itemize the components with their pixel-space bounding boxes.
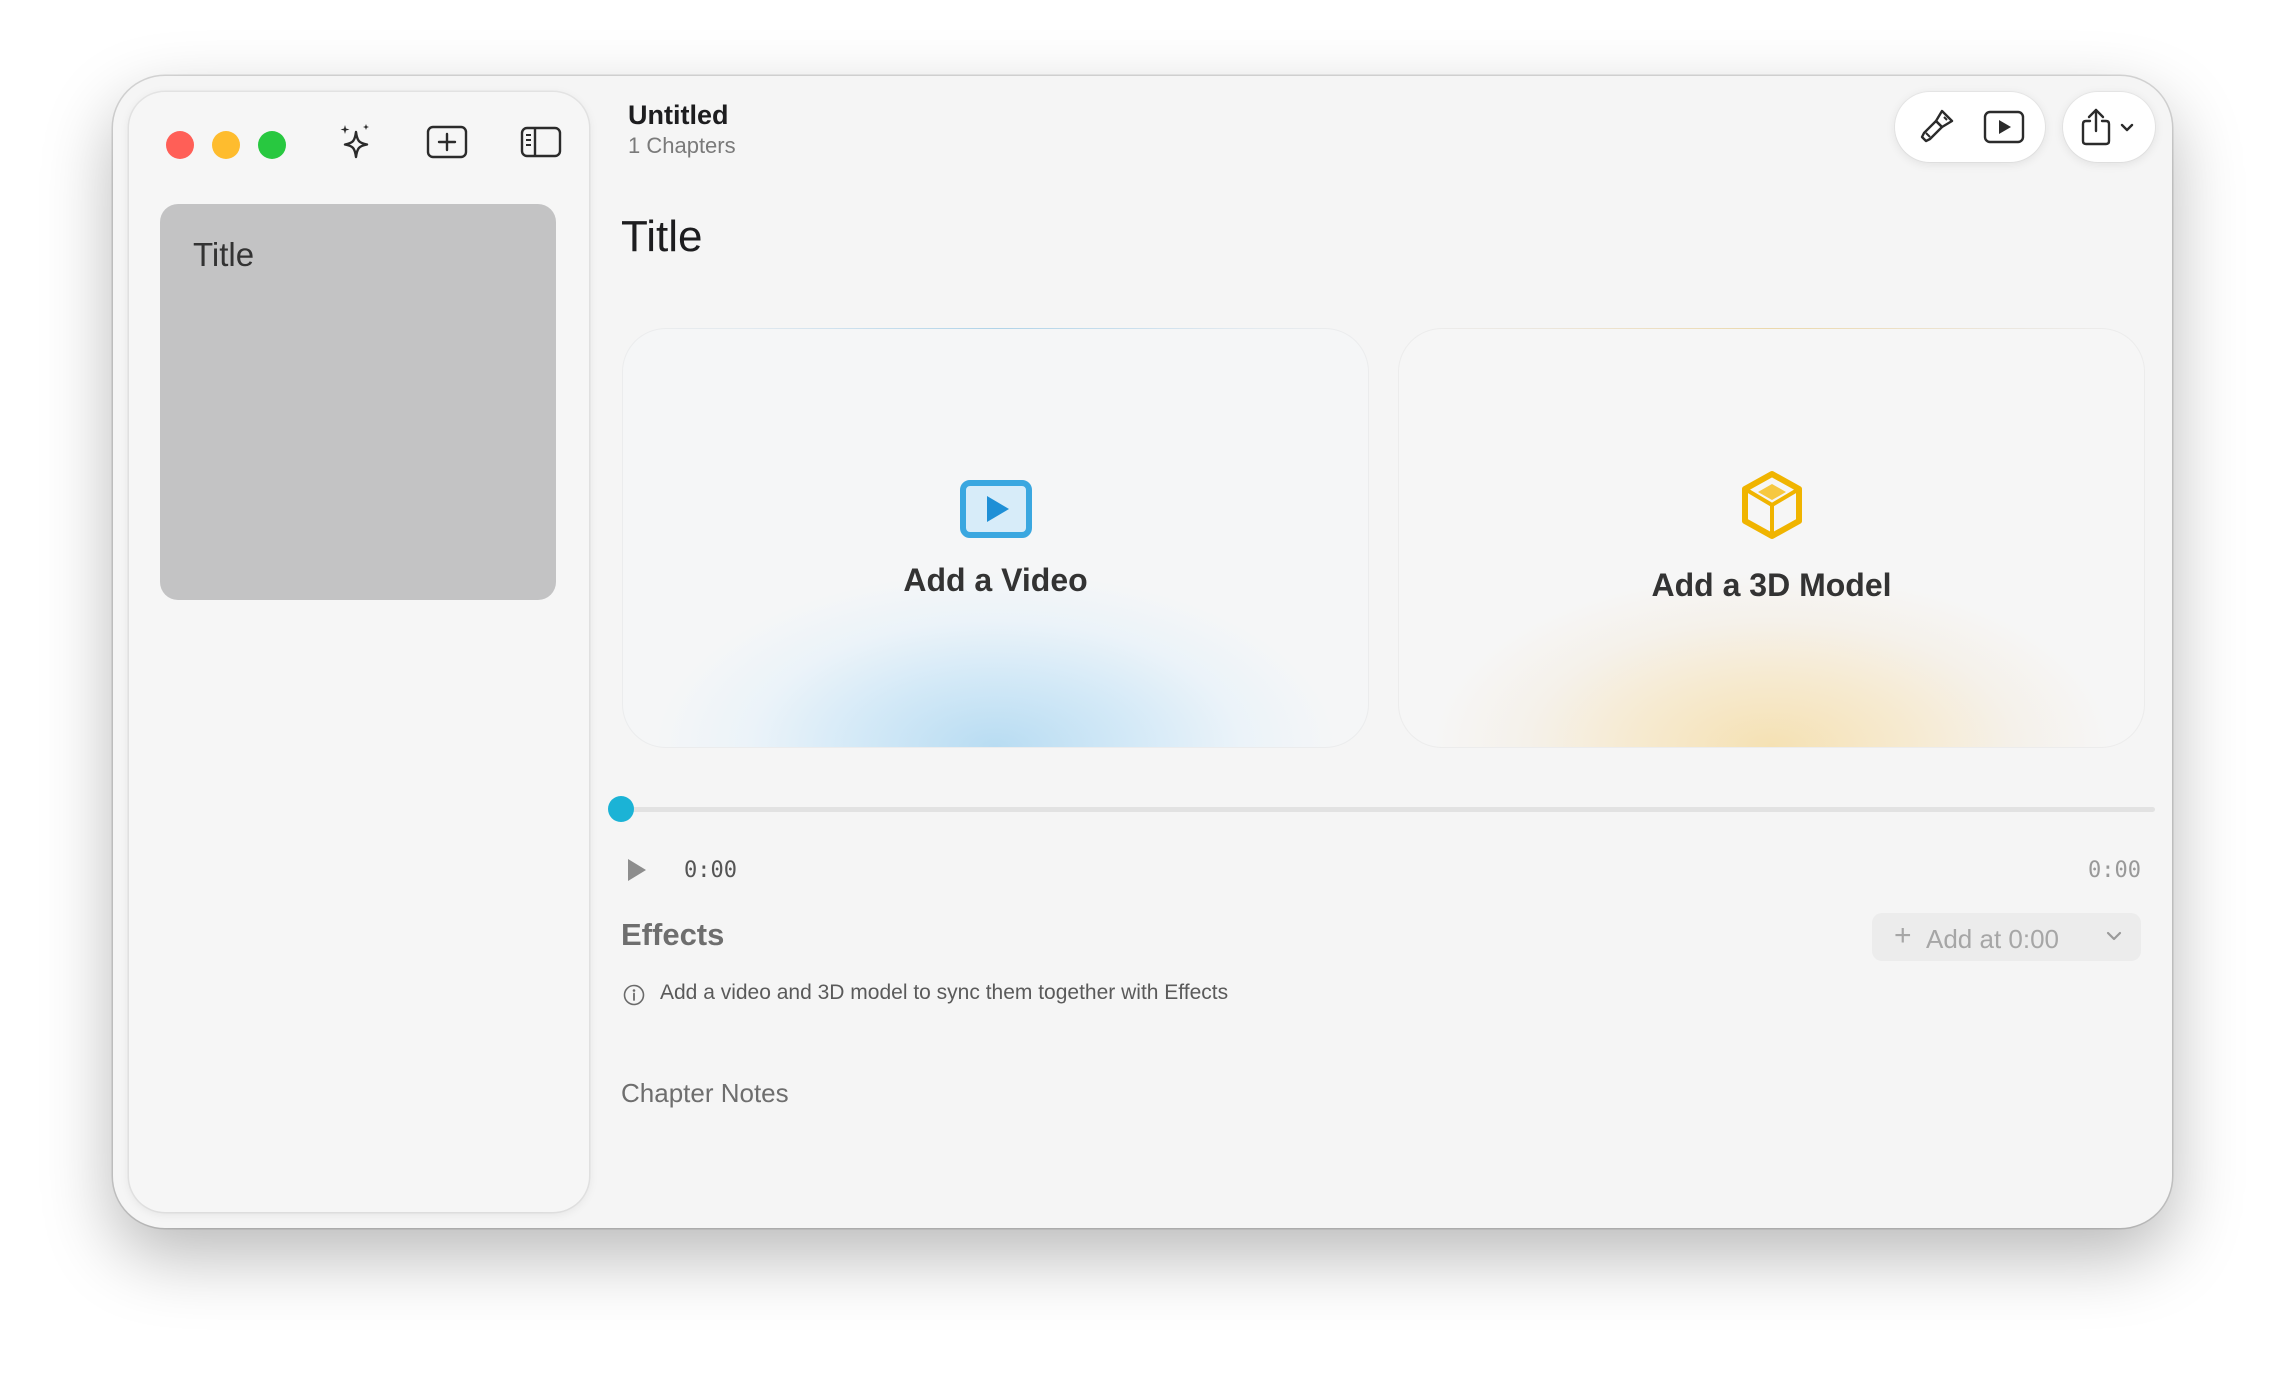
document-title: Untitled [628,100,729,130]
add-effect-button[interactable]: + Add at 0:00 [1872,913,2141,961]
play-icon[interactable] [621,855,651,885]
cube-icon [1738,469,1806,546]
total-time: 0:00 [2088,858,2141,883]
video-play-icon [959,479,1033,544]
add-3d-model-card[interactable]: Add a 3D Model [1398,328,2145,748]
sidebar-toggle-icon[interactable] [519,120,563,164]
chapter-count: 1 Chapters [628,133,736,158]
add-3d-model-label: Add a 3D Model [1651,567,1892,603]
add-video-label: Add a Video [903,562,1088,598]
current-time: 0:00 [684,858,737,883]
timeline-track[interactable] [628,807,2155,812]
close-window-button[interactable] [166,131,194,159]
paintbrush-icon[interactable] [1914,105,1958,149]
minimize-window-button[interactable] [212,131,240,159]
toolbar-group [1895,92,2045,162]
share-icon[interactable] [2077,105,2141,149]
share-group[interactable] [2063,92,2155,162]
app-window: Title Untitled 1 Chapters Title Add a Vi… [113,76,2172,1228]
sparkles-icon[interactable] [333,120,377,164]
chapter-thumbnail-title: Title [193,236,255,273]
play-preview-icon[interactable] [1982,105,2026,149]
chapter-thumbnail[interactable]: Title [160,204,556,600]
timeline-playhead[interactable] [608,796,634,822]
effects-heading: Effects [621,917,725,952]
chevron-down-icon [2120,123,2134,132]
zoom-window-button[interactable] [258,131,286,159]
chapter-title[interactable]: Title [621,212,703,262]
chevron-down-icon[interactable] [2105,929,2123,947]
add-chapter-icon[interactable] [425,120,469,164]
add-video-card[interactable]: Add a Video [622,328,1369,748]
plus-icon: + [1894,919,1912,952]
effects-info-text: Add a video and 3D model to sync them to… [660,981,1229,1004]
chapter-notes-field[interactable]: Chapter Notes [621,1078,789,1109]
info-icon [623,984,645,1011]
sidebar: Title [129,92,589,1212]
add-effect-label: Add at 0:00 [1926,924,2059,954]
